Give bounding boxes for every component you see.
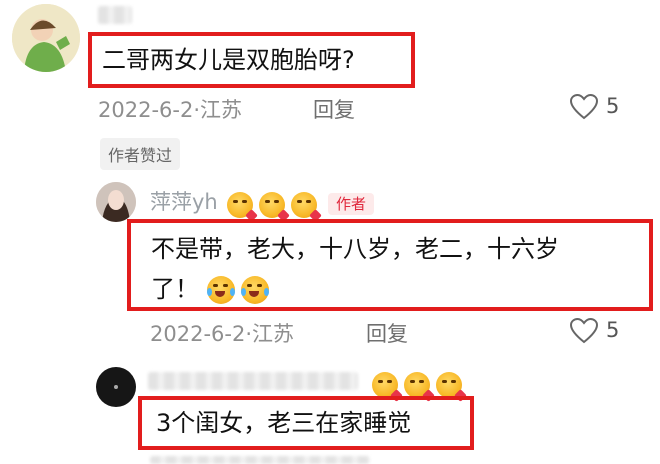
avatar[interactable] — [96, 367, 136, 407]
like-button[interactable] — [569, 93, 599, 124]
reply-text-line2-row: 了！ — [151, 269, 275, 309]
kiss-emoji-icon — [404, 372, 435, 402]
like-count: 5 — [606, 94, 620, 118]
comment-location: 江苏 — [200, 98, 243, 122]
heart-outline-icon — [569, 317, 599, 344]
comment-highlight-box: 二哥两女儿是双胞胎呀? — [88, 32, 415, 88]
kiss-emoji-icon — [226, 191, 258, 222]
like-count: 5 — [606, 318, 620, 342]
reply-text-line2: 了！ — [151, 275, 199, 303]
blurred-meta — [150, 456, 370, 464]
blurred-username — [98, 6, 132, 24]
comment-highlight-box: 3个闺女，老三在家睡觉 — [138, 396, 474, 450]
kiss-emoji-icon — [258, 191, 290, 222]
comment-text: 3个闺女，老三在家睡觉 — [156, 409, 412, 437]
reply-date: 2022-6-2 — [150, 322, 246, 346]
kiss-emoji-icon — [436, 372, 467, 402]
reply-author-row: 萍萍yh 作者 — [150, 186, 374, 222]
reply-meta: 2022-6-2·江苏 — [150, 322, 295, 346]
avatar[interactable] — [12, 4, 80, 72]
blurred-username — [148, 372, 358, 390]
laughing-tears-emoji-icon — [240, 276, 269, 304]
author-liked-tag: 作者赞过 — [100, 138, 181, 170]
comment-meta: 2022-6-2·江苏 — [98, 98, 243, 122]
comment-date: 2022-6-2 — [98, 98, 194, 122]
like-button[interactable] — [569, 317, 599, 348]
heart-outline-icon — [569, 93, 599, 120]
reply-button[interactable]: 回复 — [366, 318, 408, 348]
emoji-row — [372, 372, 468, 402]
laughing-tears-emoji-icon — [206, 276, 235, 304]
author-name[interactable]: 萍萍yh — [150, 190, 218, 214]
avatar[interactable] — [96, 182, 136, 222]
author-badge: 作者 — [327, 193, 374, 215]
reply-text-line1: 不是带，老大，十八岁，老二，十六岁 — [151, 235, 559, 263]
reply-button[interactable]: 回复 — [313, 94, 355, 124]
kiss-emoji-icon — [290, 191, 322, 222]
reply-highlight-box: 不是带，老大，十八岁，老二，十六岁 了！ — [127, 219, 653, 311]
reply-location: 江苏 — [252, 322, 295, 346]
kiss-emoji-icon — [372, 372, 403, 402]
comment-text: 二哥两女儿是双胞胎呀? — [102, 46, 355, 74]
